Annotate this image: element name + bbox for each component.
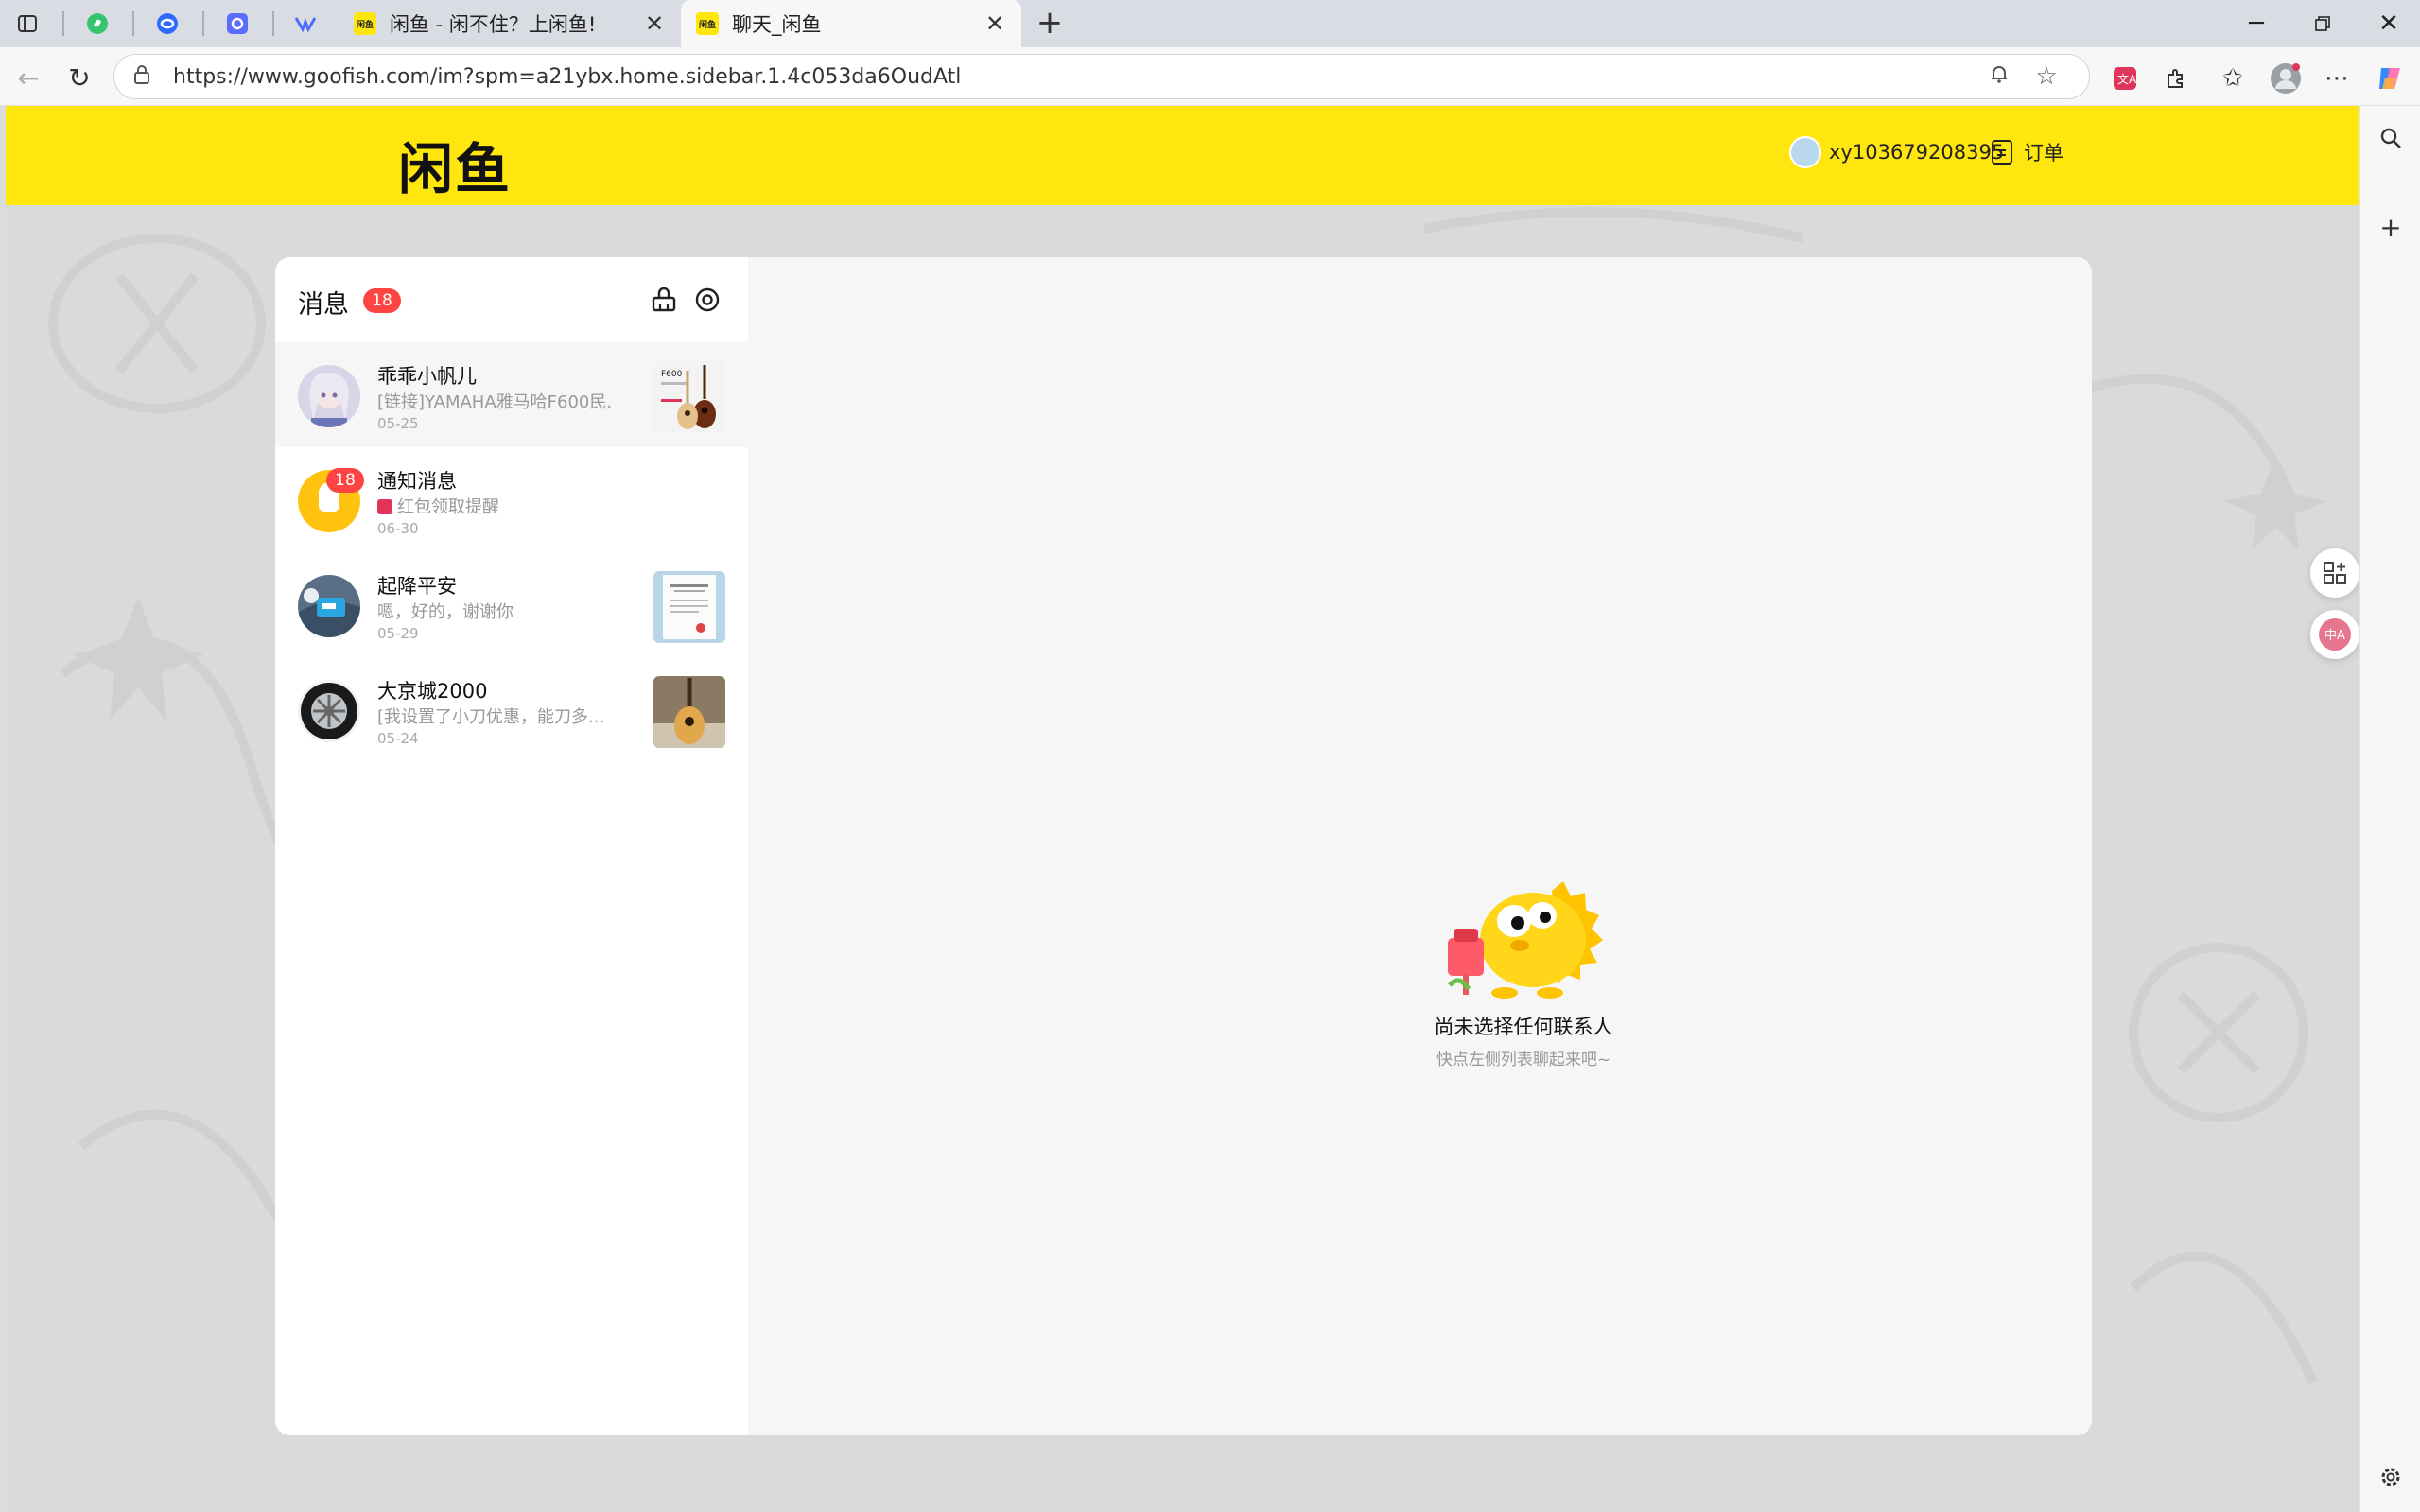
user-avatar (1789, 136, 1821, 168)
message-date: 05-24 (377, 730, 419, 747)
tab-xianyu-home[interactable]: 闲鱼 闲鱼 - 闲不住？上闲鱼! ✕ (339, 0, 681, 47)
broom-clean-icon[interactable] (650, 286, 680, 316)
settings-icon[interactable] (693, 286, 723, 316)
conversation-item[interactable]: 起降平安 嗯，好的，谢谢你 05-29 (275, 552, 748, 657)
translate-extension-icon[interactable]: 文A (2105, 59, 2145, 98)
xianyu-favicon-icon: 闲鱼 (354, 12, 376, 35)
tab-separator (202, 11, 204, 36)
svg-text:中A: 中A (2324, 629, 2345, 643)
address-bar[interactable]: https://www.goofish.com/im?spm=a21ybx.ho… (113, 54, 2090, 99)
conversation-item[interactable]: 18 通知消息 红包领取提醒 06-30 (275, 447, 748, 552)
close-tab-icon[interactable]: ✕ (984, 10, 1006, 37)
restore-icon[interactable] (2294, 4, 2351, 43)
contact-name: 起降平安 (377, 575, 457, 598)
browser-tab-bar: 闲鱼 闲鱼 - 闲不住？上闲鱼! ✕ 闲鱼 聊天_闲鱼 ✕ + ─ ✕ (0, 0, 2420, 47)
contact-avatar (298, 575, 360, 637)
empty-state: 尚未选择任何联系人 快点左侧列表聊起来吧~ (1334, 862, 1713, 1069)
orders-label: 订单 (2024, 142, 2063, 165)
page-content: 闲鱼 xy103679208395 订单 消息 18 乖乖小帆儿 [链接]YAM… (6, 106, 2359, 1512)
pinned-tab-1-icon[interactable] (81, 8, 113, 40)
sidebar-settings-icon[interactable] (2372, 1458, 2410, 1496)
message-date: 05-25 (377, 415, 419, 432)
xianyu-fish-mascot (1448, 881, 1603, 999)
minimize-icon[interactable]: ─ (2228, 4, 2285, 43)
close-window-icon[interactable]: ✕ (2360, 4, 2417, 43)
message-preview: [我设置了小刀优惠，能刀多... (377, 707, 605, 727)
pinned-tab-4-icon[interactable] (289, 8, 322, 40)
site-header: 闲鱼 xy103679208395 订单 (6, 106, 2359, 205)
site-info-icon[interactable] (133, 64, 162, 89)
orders-link[interactable]: 订单 (1992, 138, 2063, 166)
message-preview: 嗯，好的，谢谢你 (377, 602, 514, 622)
browser-toolbar: ← ↻ https://www.goofish.com/im?spm=a21yb… (0, 47, 2420, 106)
conversation-item[interactable]: 乖乖小帆儿 [链接]YAMAHA雅马哈F600民... 05-25 F600 (275, 342, 748, 447)
messages-header: 消息 18 (275, 257, 748, 342)
contact-name: 通知消息 (377, 470, 457, 493)
svg-text:文A: 文A (2117, 72, 2137, 86)
copilot-icon[interactable] (2370, 59, 2410, 98)
xianyu-logo[interactable]: 闲鱼 (398, 125, 512, 204)
orders-icon (1992, 140, 2012, 165)
message-date: 05-29 (377, 625, 419, 642)
tab-separator (272, 11, 274, 36)
username: xy103679208395 (1829, 141, 2005, 164)
sidebar-search-icon[interactable] (2372, 119, 2410, 157)
message-date: 06-30 (377, 520, 419, 537)
translate-float-button[interactable]: 中A (2310, 610, 2359, 659)
more-options-icon[interactable]: ⋯ (2317, 59, 2357, 98)
red-packet-icon (377, 499, 392, 514)
thumbnail-text: F600 (661, 370, 683, 379)
user-profile-link[interactable]: xy103679208395 (1789, 136, 2004, 168)
reload-icon[interactable]: ↻ (61, 59, 98, 96)
contact-avatar (298, 680, 360, 742)
qr-code-float-button[interactable] (2310, 548, 2359, 598)
item-thumbnail (653, 676, 725, 748)
profile-avatar[interactable] (2266, 59, 2306, 98)
conversation-item[interactable]: 大京城2000 [我设置了小刀优惠，能刀多... 05-24 (275, 657, 748, 762)
url-text[interactable]: https://www.goofish.com/im?spm=a21ybx.ho… (173, 65, 1976, 89)
edge-sidebar: + (2359, 106, 2420, 1512)
message-preview-row: 红包领取提醒 (377, 494, 614, 518)
contact-avatar (298, 365, 360, 427)
message-preview: 红包领取提醒 (397, 497, 499, 517)
messages-title: 消息 (298, 290, 349, 320)
message-preview: [链接]YAMAHA雅马哈F600民... (377, 392, 614, 412)
tab-xianyu-chat[interactable]: 闲鱼 聊天_闲鱼 ✕ (681, 0, 1021, 47)
favorites-icon[interactable]: ✩ (2213, 59, 2253, 98)
back-icon[interactable]: ← (9, 59, 47, 96)
contact-name: 大京城2000 (377, 680, 488, 703)
sidebar-add-icon[interactable]: + (2372, 208, 2410, 246)
close-tab-icon[interactable]: ✕ (643, 10, 666, 37)
new-tab-button[interactable]: + (1031, 6, 1069, 43)
tab-separator (132, 11, 134, 36)
tab-title: 闲鱼 - 闲不住？上闲鱼! (390, 13, 597, 36)
empty-state-title: 尚未选择任何联系人 (1434, 1016, 1613, 1038)
favorite-star-icon[interactable]: ☆ (2023, 62, 2070, 91)
tab-title: 聊天_闲鱼 (732, 13, 822, 36)
tab-separator (62, 11, 64, 36)
tab-actions-icon[interactable] (11, 8, 44, 40)
unread-count-badge: 18 (363, 288, 401, 313)
xianyu-favicon-icon: 闲鱼 (696, 12, 719, 35)
pinned-tab-3-icon[interactable] (221, 8, 253, 40)
empty-state-subtitle: 快点左侧列表聊起来吧~ (1436, 1051, 1611, 1069)
notification-count-badge: 18 (326, 468, 364, 493)
item-thumbnail: F600 (653, 361, 725, 433)
chat-panel: 消息 18 乖乖小帆儿 [链接]YAMAHA雅马哈F600民... 05-25 (275, 257, 2092, 1435)
extensions-icon[interactable] (2156, 59, 2196, 98)
conversation-sidebar: 消息 18 乖乖小帆儿 [链接]YAMAHA雅马哈F600民... 05-25 (275, 257, 748, 1435)
item-thumbnail (653, 571, 725, 643)
contact-name: 乖乖小帆儿 (377, 365, 477, 388)
notification-bell-icon[interactable] (1976, 62, 2023, 91)
pinned-tab-2-icon[interactable] (151, 8, 183, 40)
